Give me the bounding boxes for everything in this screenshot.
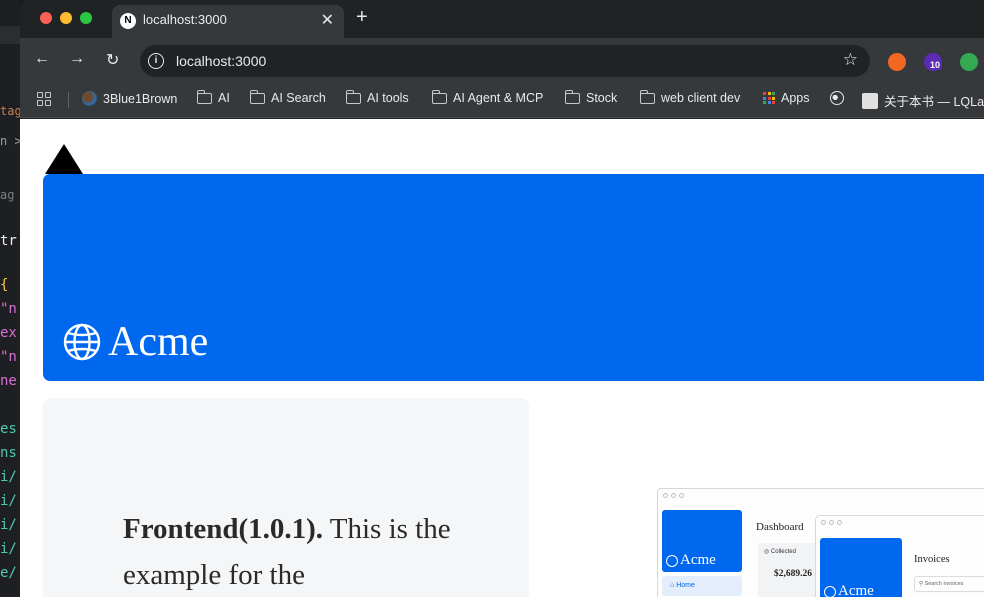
toolbar: ← → ↻ i localhost:3000 ☆ 10: [20, 38, 984, 82]
extension-orange-icon[interactable]: [888, 53, 906, 71]
preview-invoices-title: Invoices: [914, 554, 950, 565]
folder-icon: [431, 89, 447, 104]
bookmark-star-icon[interactable]: ☆: [843, 50, 858, 70]
preview-search-input: ⚲ Search invoices: [914, 576, 984, 592]
folder-icon: [639, 89, 655, 104]
preview-dashboard-title: Dashboard: [756, 521, 804, 533]
preview-sidebar-logo: Acme: [820, 538, 902, 597]
extension-badge: 10: [928, 60, 943, 70]
bookmarks-bar: 3Blue1Brown AI AI Search AI tools AI Age…: [20, 82, 984, 118]
invoices-preview-image: Acme Invoices ⚲ Search invoices: [815, 515, 984, 597]
editor-line: i/: [0, 541, 17, 557]
bookmark-web-client-dev[interactable]: web client dev: [639, 89, 741, 105]
editor-line: ag: [0, 188, 15, 202]
tab-title: localhost:3000: [143, 12, 227, 27]
bookmark-stock[interactable]: Stock: [564, 89, 618, 105]
intro-bold: Frontend(1.0.1).: [123, 513, 324, 545]
bookmark-globe[interactable]: [830, 91, 844, 105]
extension-purple-icon[interactable]: 10: [924, 53, 943, 71]
forward-button[interactable]: →: [69, 50, 85, 68]
bookmark-label: Apps: [781, 91, 810, 105]
triangle-logo-icon: [45, 144, 83, 174]
minimize-window-button[interactable]: [60, 12, 72, 24]
editor-line: es: [0, 421, 17, 437]
hero-banner: Acme: [43, 174, 984, 381]
extension-green-icon[interactable]: [960, 53, 978, 71]
preview-search-placeholder: Search invoices: [924, 581, 964, 587]
editor-line: {: [0, 277, 9, 293]
zoom-window-button[interactable]: [80, 12, 92, 24]
globe-icon: [824, 585, 836, 597]
window-dots: [663, 493, 684, 498]
bookmark-ai-tools[interactable]: AI tools: [345, 89, 409, 105]
preview-collected-value: $2,689.26: [774, 569, 812, 579]
site-info-icon[interactable]: i: [148, 53, 164, 69]
bookmark-label: AI: [218, 91, 230, 105]
preview-brand: Acme: [680, 552, 716, 568]
editor-line: tag: [0, 104, 20, 118]
editor-line: e/: [0, 565, 17, 581]
editor-line: ex: [0, 325, 17, 341]
bookmark-label: 关于本书 — LQLab: [884, 95, 984, 109]
editor-line: ns: [0, 445, 17, 461]
editor-line: "n: [0, 301, 17, 317]
bookmark-label: web client dev: [661, 91, 741, 105]
background-editor-strip: tag n > ag tr { "n ex "n ne es ns i/ i/ …: [0, 0, 20, 597]
preview-collected-card: ◎ Collected $2,689.26: [758, 543, 816, 597]
apps-grid-icon: [763, 92, 775, 104]
bookmark-label: AI Search: [271, 91, 326, 105]
editor-line: "n: [0, 349, 17, 365]
close-tab-icon[interactable]: ✕: [321, 10, 334, 30]
page-viewport: Acme Frontend(1.0.1). This is the exampl…: [20, 119, 984, 597]
editor-line: tr: [0, 233, 17, 249]
3b1b-icon: [82, 91, 97, 106]
tab-strip: N localhost:3000 ✕ +: [20, 0, 984, 38]
globe-icon: [666, 554, 678, 567]
close-window-button[interactable]: [40, 12, 52, 24]
preview-home-label: Home: [676, 582, 695, 589]
bookmark-label: Stock: [586, 91, 618, 105]
brand-name: Acme: [108, 319, 209, 365]
editor-line: i/: [0, 469, 17, 485]
bookmark-apps[interactable]: Apps: [763, 91, 810, 105]
folder-icon: [345, 89, 361, 104]
bookmark-3blue1brown[interactable]: 3Blue1Brown: [82, 91, 177, 106]
editor-line: i/: [0, 517, 17, 533]
editor-line: n >: [0, 134, 20, 148]
bookmark-lqlab[interactable]: 关于本书 — LQLab: [862, 91, 984, 110]
bookmark-label: AI tools: [367, 91, 409, 105]
preview-home-item: ⌂ Home: [662, 576, 742, 596]
editor-line: i/: [0, 493, 17, 509]
bookmark-ai-agent-mcp[interactable]: AI Agent & MCP: [431, 89, 544, 105]
back-button[interactable]: ←: [34, 50, 50, 68]
address-bar[interactable]: i localhost:3000 ☆: [140, 45, 870, 77]
browser-window: N localhost:3000 ✕ + ← → ↻ i localhost:3…: [20, 0, 984, 597]
nextjs-favicon-icon: N: [120, 13, 136, 29]
bookmark-label: AI Agent & MCP: [453, 91, 544, 105]
intro-card: Frontend(1.0.1). This is the example for…: [43, 398, 529, 597]
url-text[interactable]: localhost:3000: [176, 53, 266, 69]
preview-collected-label: Collected: [770, 549, 796, 555]
folder-icon: [196, 89, 212, 104]
bookmarks-divider: [68, 92, 69, 108]
site-icon: [862, 92, 878, 109]
tab-localhost[interactable]: N localhost:3000 ✕: [112, 5, 344, 38]
bookmark-label: 3Blue1Brown: [103, 91, 178, 106]
preview-brand: Acme: [838, 583, 874, 597]
acme-logo[interactable]: Acme: [62, 318, 208, 366]
bookmark-ai-search[interactable]: AI Search: [249, 89, 326, 105]
folder-icon: [249, 89, 265, 104]
intro-text: Frontend(1.0.1). This is the example for…: [123, 506, 453, 597]
tab-groups-icon[interactable]: [37, 92, 51, 106]
window-dots: [821, 520, 842, 525]
bookmark-ai[interactable]: AI: [196, 89, 230, 105]
reload-button[interactable]: ↻: [106, 50, 119, 70]
globe-icon: [830, 91, 844, 105]
folder-icon: [564, 89, 580, 104]
globe-icon: [63, 323, 101, 361]
new-tab-button[interactable]: +: [356, 6, 368, 29]
editor-line: ne: [0, 373, 17, 389]
preview-sidebar-logo: Acme: [662, 510, 742, 572]
